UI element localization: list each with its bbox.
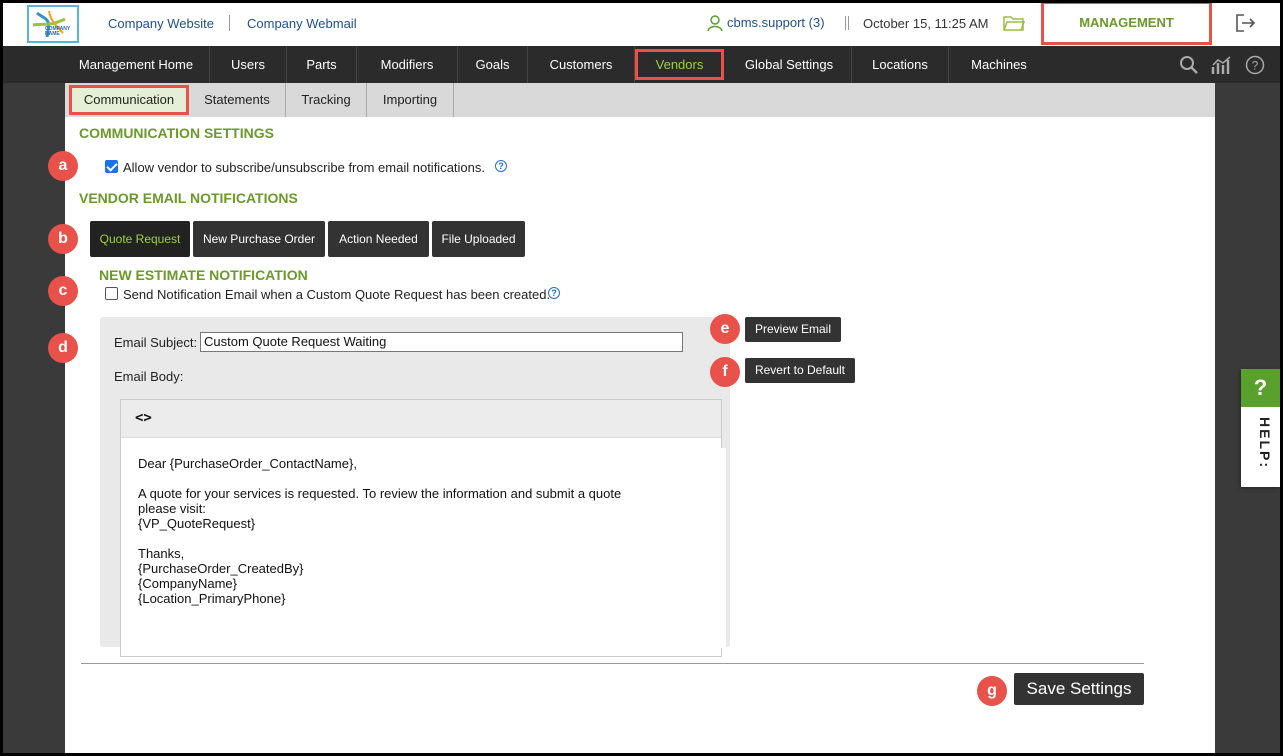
email-subject-label: Email Subject: xyxy=(114,335,198,350)
vendor-email-notifications-title: VENDOR EMAIL NOTIFICATIONS xyxy=(79,190,298,206)
tab-importing[interactable]: Importing xyxy=(367,83,454,117)
nav-locations[interactable]: Locations xyxy=(852,46,949,83)
email-body-text[interactable]: Dear {PurchaseOrder_ContactName}, A quot… xyxy=(126,448,726,648)
company-webmail-link[interactable]: Company Webmail xyxy=(247,16,357,31)
user-icon xyxy=(707,15,723,34)
send-notification-checkbox[interactable] xyxy=(105,287,118,300)
nav-goals[interactable]: Goals xyxy=(458,46,528,83)
marker-a: a xyxy=(48,151,78,181)
allow-subscribe-help-icon[interactable]: ? xyxy=(495,160,507,172)
nav-users[interactable]: Users xyxy=(210,46,287,83)
nav-customers[interactable]: Customers xyxy=(528,46,635,83)
body-line: {CompanyName} xyxy=(138,576,237,591)
marker-g: g xyxy=(977,676,1007,706)
allow-subscribe-checkbox[interactable] xyxy=(105,160,118,173)
file-uploaded-button[interactable]: File Uploaded xyxy=(432,221,525,257)
svg-text:?: ? xyxy=(1252,59,1259,73)
email-body-label: Email Body: xyxy=(114,369,184,384)
marker-b: b xyxy=(48,224,78,254)
send-notification-label: Send Notification Email when a Custom Qu… xyxy=(123,287,551,302)
body-line: {PurchaseOrder_CreatedBy} xyxy=(138,561,304,576)
send-notification-help-icon[interactable]: ? xyxy=(548,287,560,299)
management-button[interactable]: MANAGEMENT xyxy=(1041,3,1212,45)
sub-nav: Communication Statements Tracking Import… xyxy=(65,83,1215,117)
current-user[interactable]: cbms.support (3) xyxy=(727,15,825,30)
nav-modifiers[interactable]: Modifiers xyxy=(357,46,458,83)
body-line xyxy=(138,531,726,546)
body-line: please visit: xyxy=(138,501,206,516)
email-body-editor[interactable]: <> Dear {PurchaseOrder_ContactName}, A q… xyxy=(120,399,726,657)
folder-icon[interactable] xyxy=(1003,14,1026,35)
top-header: COMPANY NAME Company Website Company Web… xyxy=(3,3,1280,46)
body-line: {VP_QuoteRequest} xyxy=(138,516,256,531)
body-line: {Location_PrimaryPhone} xyxy=(138,591,286,606)
company-logo[interactable]: COMPANY NAME xyxy=(27,5,79,43)
quote-request-button[interactable]: Quote Request xyxy=(90,221,190,257)
app-window: COMPANY NAME Company Website Company Web… xyxy=(3,3,1280,753)
search-icon[interactable] xyxy=(1179,55,1199,78)
management-label: MANAGEMENT xyxy=(1079,15,1174,30)
datetime-display: October 15, 11:25 AM xyxy=(863,16,989,31)
main-nav: Management Home Users Parts Modifiers Go… xyxy=(3,46,1280,83)
help-question-icon: ? xyxy=(1241,369,1280,407)
nav-vendors[interactable]: Vendors xyxy=(635,49,724,80)
nav-parts[interactable]: Parts xyxy=(287,46,357,83)
left-gutter xyxy=(3,83,65,753)
company-website-link[interactable]: Company Website xyxy=(108,16,214,31)
body-line: Thanks, xyxy=(138,546,185,561)
marker-e: e xyxy=(710,314,740,344)
code-view-icon[interactable]: <> xyxy=(135,410,152,426)
nav-global-settings[interactable]: Global Settings xyxy=(727,46,852,83)
allow-subscribe-label: Allow vendor to subscribe/unsubscribe fr… xyxy=(123,160,486,175)
help-circle-icon[interactable]: ? xyxy=(1245,55,1265,78)
help-side-tab[interactable]: ? HELP: xyxy=(1241,369,1280,487)
body-line: Dear {PurchaseOrder_ContactName}, xyxy=(138,456,357,471)
action-needed-button[interactable]: Action Needed xyxy=(328,221,429,257)
nav-machines[interactable]: Machines xyxy=(949,46,1049,83)
editor-toolbar: <> xyxy=(121,400,721,438)
body-line: A quote for your services is requested. … xyxy=(138,486,622,501)
marker-f: f xyxy=(710,357,740,387)
marker-c: c xyxy=(48,276,78,306)
new-purchase-order-button[interactable]: New Purchase Order xyxy=(193,221,325,257)
section-divider xyxy=(81,663,1144,664)
revert-to-default-button[interactable]: Revert to Default xyxy=(745,358,855,383)
nav-management-home[interactable]: Management Home xyxy=(63,46,210,83)
header-divider xyxy=(845,16,849,30)
tab-statements[interactable]: Statements xyxy=(189,83,286,117)
new-estimate-notification-title: NEW ESTIMATE NOTIFICATION xyxy=(99,267,308,283)
email-subject-input[interactable]: Custom Quote Request Waiting xyxy=(200,332,683,352)
marker-d: d xyxy=(48,333,78,363)
link-divider xyxy=(229,15,230,31)
tab-tracking[interactable]: Tracking xyxy=(286,83,367,117)
tab-communication[interactable]: Communication xyxy=(69,85,189,115)
preview-email-button[interactable]: Preview Email xyxy=(745,317,841,342)
chart-icon[interactable] xyxy=(1211,55,1233,78)
save-settings-button[interactable]: Save Settings xyxy=(1014,673,1144,705)
communication-settings-title: COMMUNICATION SETTINGS xyxy=(79,125,274,141)
logo-text: COMPANY NAME xyxy=(45,26,71,37)
help-tab-label: HELP: xyxy=(1257,417,1273,469)
body-line xyxy=(138,471,726,486)
logout-icon[interactable] xyxy=(1235,13,1257,36)
